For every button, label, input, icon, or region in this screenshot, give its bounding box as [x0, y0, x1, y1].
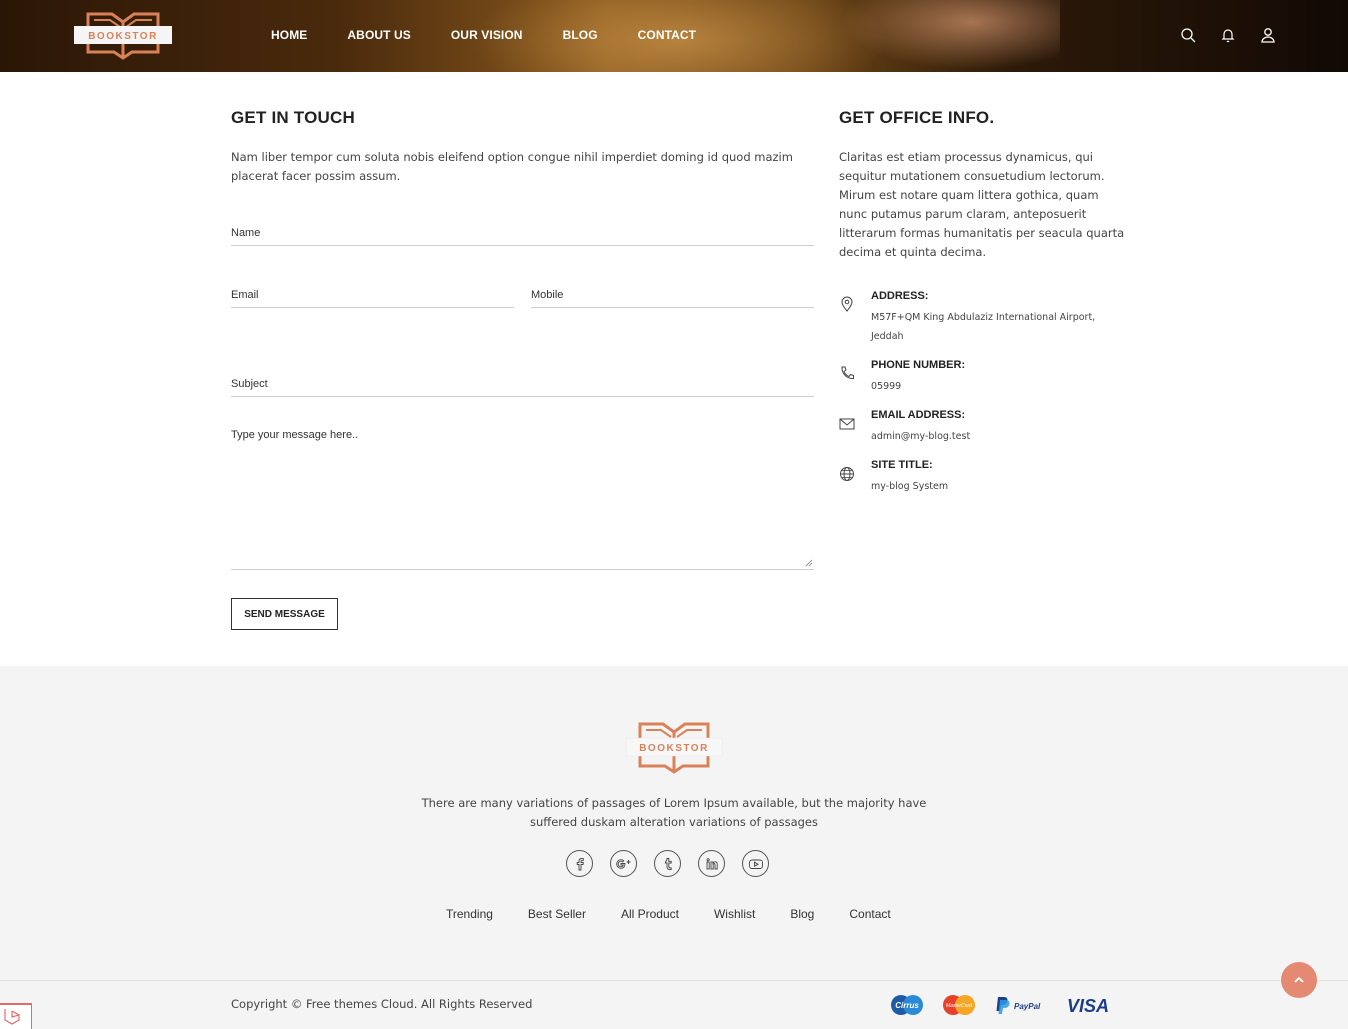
- scroll-to-top-button[interactable]: [1281, 962, 1317, 998]
- footer-link-all-product[interactable]: All Product: [621, 907, 679, 921]
- debug-badge[interactable]: [0, 1003, 32, 1029]
- chevron-up-icon: [1294, 976, 1304, 983]
- address-value: M57F+QM King Abdulaziz International Air…: [871, 312, 1096, 342]
- bookstor-logo[interactable]: BOOKSTOR: [74, 8, 172, 64]
- footer-description: There are many variations of passages of…: [421, 796, 927, 829]
- phone-icon: [841, 366, 854, 380]
- social-links: [566, 850, 769, 877]
- send-message-button[interactable]: SEND MESSAGE: [231, 598, 338, 630]
- payment-methods: Cirrus MasterCard PayPal VISA: [890, 994, 1112, 1016]
- copyright-text: Copyright © Free themes Cloud. All Right…: [231, 997, 533, 1011]
- office-section: GET OFFICE INFO. Claritas est etiam proc…: [839, 108, 1129, 262]
- name-placeholder: Name: [231, 227, 261, 239]
- info-site-title: SITE TITLE: my-blog System: [839, 459, 1129, 499]
- globe-icon: [840, 467, 854, 481]
- site-title-label: SITE TITLE:: [871, 459, 933, 471]
- nav-about-us[interactable]: ABOUT US: [347, 28, 410, 42]
- contact-title: GET IN TOUCH: [231, 108, 355, 127]
- youtube-icon[interactable]: [742, 850, 769, 877]
- contact-intro: Nam liber tempor cum soluta nobis eleife…: [231, 150, 793, 183]
- nav-our-vision[interactable]: OUR VISION: [451, 28, 523, 42]
- visa-icon: VISA: [1067, 996, 1109, 1016]
- contact-section: GET IN TOUCH Nam liber tempor cum soluta…: [231, 108, 814, 186]
- info-phone: PHONE NUMBER: 05999: [839, 359, 1129, 399]
- footer-link-wishlist[interactable]: Wishlist: [714, 907, 755, 921]
- info-email: EMAIL ADDRESS: admin@my-blog.test: [839, 409, 1129, 449]
- email-field[interactable]: Email: [231, 284, 514, 308]
- tumblr-icon[interactable]: [654, 850, 681, 877]
- footer-links: Trending Best Seller All Product Wishlis…: [446, 907, 926, 921]
- header-icons: [1180, 27, 1276, 43]
- main-nav: HOME ABOUT US OUR VISION BLOG CONTACT: [271, 28, 736, 42]
- footer-link-contact[interactable]: Contact: [849, 907, 890, 921]
- info-address: ADDRESS: M57F+QM King Abdulaziz Internat…: [839, 290, 1129, 350]
- location-icon: [841, 296, 853, 312]
- google-plus-icon[interactable]: [610, 850, 637, 877]
- cirrus-icon: Cirrus: [891, 995, 923, 1015]
- footer-divider: [0, 980, 1348, 981]
- facebook-icon[interactable]: [566, 850, 593, 877]
- nav-contact[interactable]: CONTACT: [638, 28, 696, 42]
- paypal-label: PayPal: [1014, 1002, 1041, 1011]
- nav-home[interactable]: HOME: [271, 28, 307, 42]
- subject-placeholder: Subject: [231, 378, 268, 390]
- footer-logo-text: BOOKSTOR: [639, 743, 709, 754]
- mobile-field[interactable]: Mobile: [531, 284, 814, 308]
- footer-link-blog[interactable]: Blog: [790, 907, 814, 921]
- header-background-hand: [840, 0, 1060, 70]
- footer-link-trending[interactable]: Trending: [446, 907, 493, 921]
- office-description: Claritas est etiam processus dynamicus, …: [839, 150, 1125, 259]
- name-field[interactable]: Name: [231, 222, 814, 246]
- mobile-placeholder: Mobile: [531, 289, 564, 301]
- phone-value: 05999: [871, 381, 902, 392]
- subject-field[interactable]: Subject: [231, 373, 814, 397]
- message-textarea[interactable]: Type your message here..: [231, 422, 814, 570]
- email-placeholder: Email: [231, 289, 259, 301]
- mail-icon: [839, 418, 855, 430]
- phone-label: PHONE NUMBER:: [871, 359, 966, 371]
- site-header: BOOKSTOR HOME ABOUT US OUR VISION BLOG C…: [0, 0, 1348, 72]
- email-label: EMAIL ADDRESS:: [871, 409, 966, 421]
- user-icon[interactable]: [1260, 27, 1276, 43]
- address-label: ADDRESS:: [871, 290, 929, 302]
- footer-bookstor-logo[interactable]: BOOKSTOR: [624, 720, 724, 776]
- mastercard-label: MasterCard: [946, 1003, 972, 1009]
- site-title-value: my-blog System: [871, 481, 949, 492]
- email-value: admin@my-blog.test: [871, 431, 971, 442]
- message-placeholder: Type your message here..: [231, 429, 359, 441]
- mastercard-icon: MasterCard: [943, 995, 975, 1015]
- footer-link-best-seller[interactable]: Best Seller: [528, 907, 586, 921]
- visa-label: VISA: [1067, 996, 1109, 1016]
- resize-handle-icon[interactable]: [805, 559, 813, 567]
- nav-blog[interactable]: BLOG: [563, 28, 598, 42]
- office-title: GET OFFICE INFO.: [839, 108, 995, 127]
- cirrus-label: Cirrus: [895, 1001, 919, 1010]
- linkedin-icon[interactable]: [698, 850, 725, 877]
- paypal-icon: PayPal: [996, 997, 1041, 1014]
- laravel-icon: [4, 1009, 20, 1025]
- bell-icon[interactable]: [1220, 27, 1236, 43]
- logo-text: BOOKSTOR: [88, 31, 158, 42]
- search-icon[interactable]: [1180, 27, 1196, 43]
